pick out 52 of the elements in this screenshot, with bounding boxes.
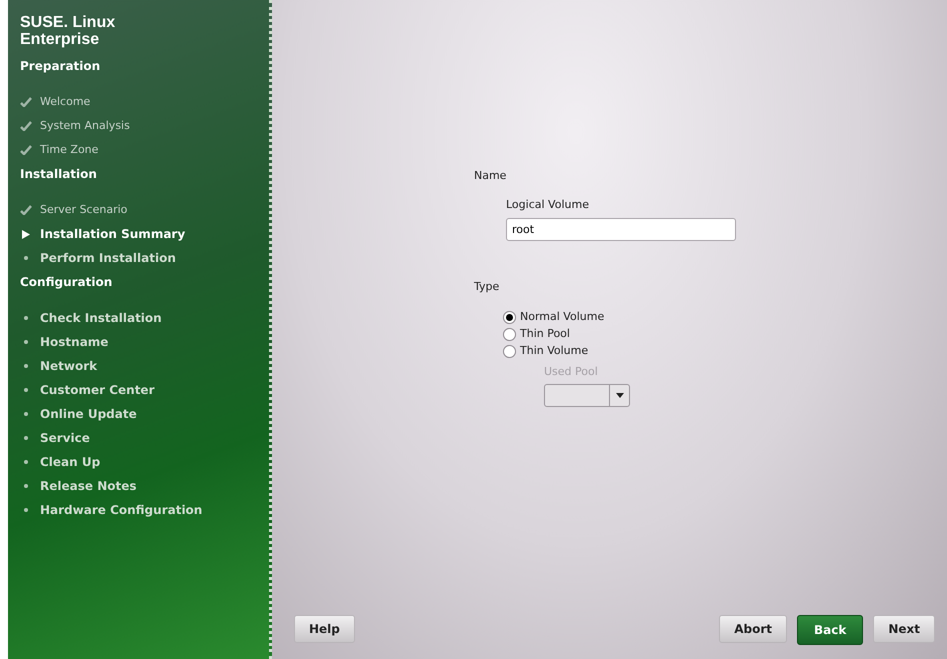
radio-label[interactable]: Thin Volume (520, 343, 588, 360)
button[interactable]: Back (796, 615, 864, 645)
step-label: Check Installation (40, 310, 162, 327)
step-label: Server Scenario (40, 202, 128, 218)
button[interactable]: Next (873, 615, 935, 643)
product-name: SUSE. Linux (20, 14, 116, 31)
button[interactable]: Abort (719, 615, 787, 643)
group-heading: Type (474, 278, 500, 294)
bullet-icon (24, 436, 28, 440)
input-field[interactable]: root (506, 218, 736, 240)
bullet-icon (24, 412, 28, 416)
bullet-icon (24, 340, 28, 344)
step-label: Hostname (40, 334, 108, 351)
bullet-icon (24, 256, 28, 260)
field-label: Used Pool (544, 364, 598, 380)
radio-button[interactable] (503, 311, 516, 324)
field-label: Logical Volume (506, 197, 590, 213)
step-label: Welcome (40, 94, 90, 110)
radio-button[interactable] (503, 345, 516, 358)
radio-label[interactable]: Thin Pool (520, 326, 570, 343)
section-heading: Configuration (20, 274, 114, 291)
group-heading: Name (474, 168, 508, 184)
radio-label[interactable]: Normal Volume (520, 309, 604, 326)
arrow-icon (22, 230, 30, 238)
step-label: Hardware Configuration (40, 502, 202, 519)
bullet-icon (24, 388, 28, 392)
dropdown[interactable] (544, 384, 630, 406)
bullet-icon (24, 460, 28, 464)
step-label: Customer Center (40, 382, 154, 399)
step-label: Perform Installation (40, 250, 176, 267)
section-heading: Preparation (20, 58, 102, 75)
step-label: Online Update (40, 406, 137, 423)
step-label: Time Zone (40, 142, 98, 158)
step-label: Release Notes (40, 478, 136, 495)
step-label: Service (40, 430, 90, 447)
step-label: Installation Summary (40, 226, 186, 243)
bullet-icon (24, 508, 28, 512)
bullet-icon (24, 364, 28, 368)
product-name: Enterprise (20, 31, 100, 48)
section-heading: Installation (20, 166, 98, 183)
button[interactable]: Help (294, 615, 355, 643)
bullet-icon (24, 316, 28, 320)
caret-icon (616, 392, 624, 398)
checkmark-icon (20, 145, 32, 155)
step-label: System Analysis (40, 118, 130, 134)
bullet-icon (24, 484, 28, 488)
step-label: Network (40, 358, 98, 375)
checkmark-icon (20, 121, 32, 131)
checkmark-icon (20, 205, 32, 215)
step-label: Clean Up (40, 454, 100, 471)
radio-button[interactable] (503, 328, 516, 341)
checkmark-icon (20, 97, 32, 107)
